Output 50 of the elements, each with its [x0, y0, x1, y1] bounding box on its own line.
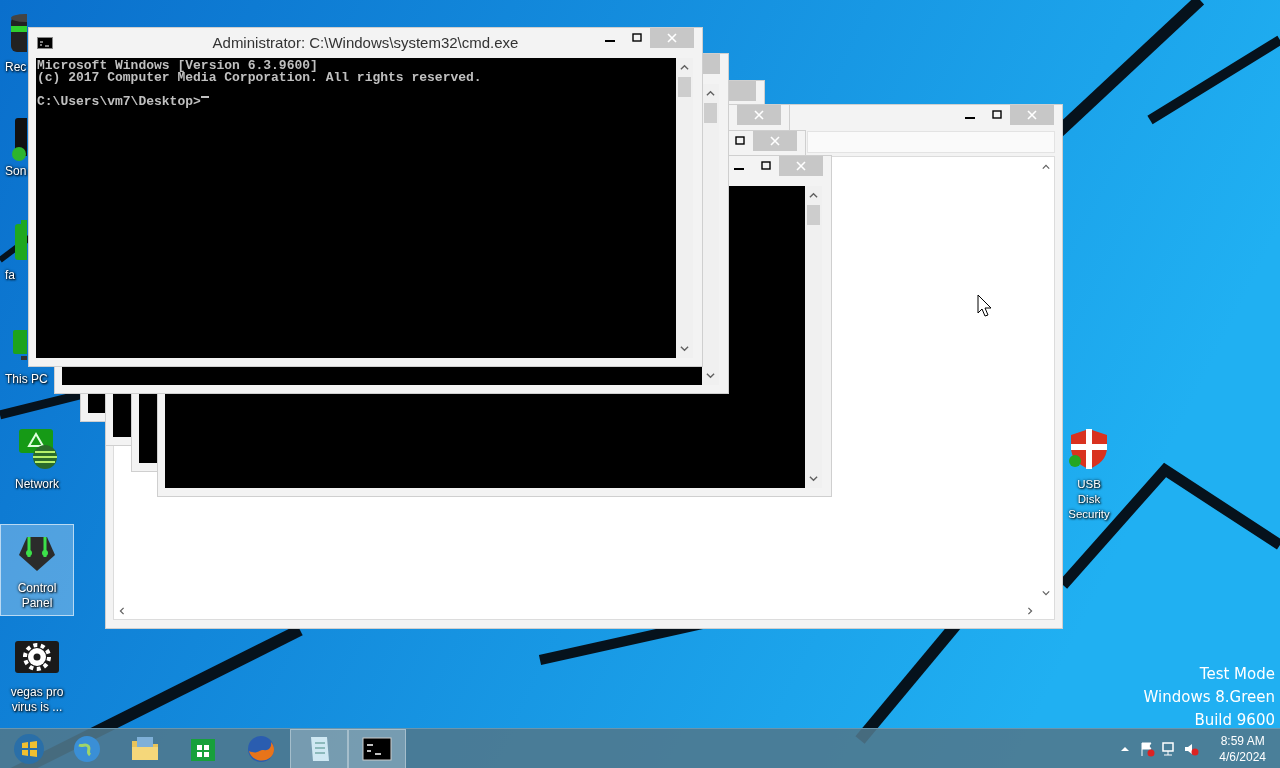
speaker-icon[interactable] — [1183, 741, 1200, 757]
minimize-icon — [733, 168, 744, 170]
scroll-thumb[interactable] — [807, 205, 820, 225]
scroll-up-icon[interactable] — [680, 63, 689, 72]
system-watermark: Test Mode — [1198, 664, 1275, 685]
scroll-left-icon[interactable] — [118, 607, 126, 615]
maximize-icon — [760, 161, 771, 171]
maximize-icon — [991, 110, 1002, 120]
terminal-icon — [37, 37, 53, 49]
desktop-shortcut[interactable]: Network — [0, 420, 74, 497]
maximize-icon — [734, 136, 745, 146]
globe-icon — [71, 733, 103, 765]
scroll-down-icon[interactable] — [1042, 589, 1050, 597]
icon-label[interactable]: This PC — [5, 372, 48, 387]
icon-label[interactable]: Son — [5, 164, 27, 179]
minimize-icon — [964, 117, 975, 119]
scroll-up-icon[interactable] — [1042, 163, 1050, 171]
scroll-down-icon[interactable] — [809, 474, 818, 483]
console-line: (c) 2017 Computer Media Corporation. All rights reserved. — [37, 72, 483, 84]
scroll-down-icon[interactable] — [706, 371, 715, 380]
scroll-up-icon[interactable] — [809, 191, 818, 200]
icon-label[interactable]: fa — [5, 268, 15, 283]
maximize-icon — [631, 33, 642, 43]
desktop-shortcut[interactable]: Control Panel — [0, 524, 74, 616]
command-prompt: C:\Users\vm7\Desktop> — [37, 96, 201, 108]
close-icon — [770, 136, 780, 146]
taskbar-button[interactable] — [348, 729, 406, 768]
minimize-icon — [604, 40, 615, 42]
close-icon — [1027, 110, 1037, 120]
window-title: Administrator: C:\Windows\system32\cmd.exe — [211, 34, 520, 51]
desktop-shortcut[interactable]: vegas pro virus is ... — [0, 628, 74, 720]
clock[interactable]: 8:59 AM 4/6/2024 — [1215, 733, 1270, 765]
close-icon — [754, 110, 764, 120]
scroll-down-icon[interactable] — [680, 344, 689, 353]
cursor-icon — [977, 294, 991, 317]
console-line: Microsoft Windows [Version 6.3.9600] — [37, 60, 319, 72]
scroll-up-icon[interactable] — [706, 89, 715, 98]
text-cursor — [200, 96, 209, 98]
desktop-shortcut[interactable]: USB Disk Security — [1064, 420, 1114, 527]
close-icon — [667, 33, 677, 43]
flag-icon[interactable] — [1139, 741, 1156, 757]
system-watermark: Windows 8.Green — [1143, 687, 1275, 708]
close-icon — [796, 161, 806, 171]
scroll-thumb[interactable] — [704, 103, 717, 123]
scroll-right-icon[interactable] — [1026, 607, 1034, 615]
fox-globe-icon — [245, 733, 277, 765]
system-watermark: Build 9600 — [1193, 710, 1275, 731]
icon-label[interactable]: Rec — [5, 60, 27, 75]
windows-logo-icon — [13, 733, 45, 765]
scroll-thumb[interactable] — [678, 77, 691, 97]
